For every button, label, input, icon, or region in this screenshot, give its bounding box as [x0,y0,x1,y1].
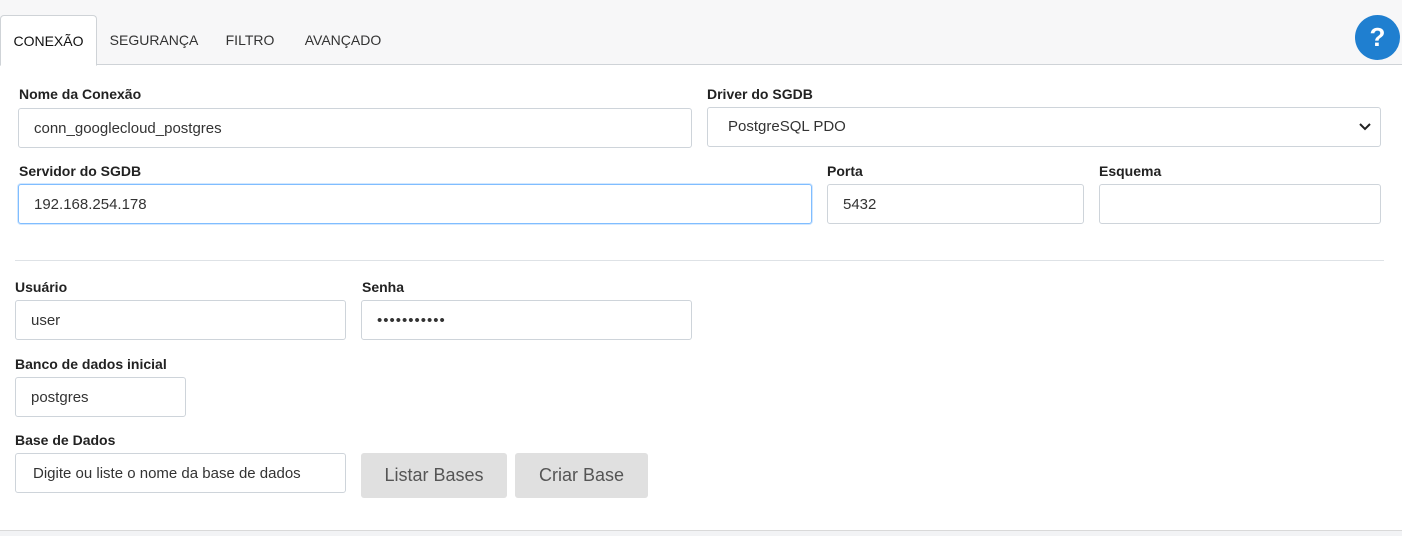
tab-bar: CONEXÃO SEGURANÇA FILTRO AVANÇADO ? [0,0,1402,66]
help-icon[interactable]: ? [1355,15,1400,60]
initial-db-label: Banco de dados inicial [15,356,167,372]
password-input[interactable] [361,300,692,340]
tab-filtro[interactable]: FILTRO [218,15,282,65]
password-label: Senha [362,279,405,295]
tab-seguranca[interactable]: SEGURANÇA [100,15,208,65]
section-divider [15,260,1384,261]
schema-label: Esquema [1099,163,1162,179]
connection-name-input[interactable] [18,108,692,148]
tab-conexao[interactable]: CONEXÃO [0,15,97,66]
chevron-down-icon [1358,108,1372,160]
driver-label: Driver do SGDB [707,86,813,102]
port-input[interactable] [827,184,1084,224]
user-label: Usuário [15,279,68,295]
create-base-button[interactable]: Criar Base [515,453,648,498]
database-label: Base de Dados [15,432,116,448]
database-input[interactable] [15,453,346,493]
driver-select-value: PostgreSQL PDO [728,118,846,135]
driver-select[interactable]: PostgreSQL PDO [707,107,1381,147]
server-label: Servidor do SGDB [19,163,142,179]
connection-panel: CONEXÃO SEGURANÇA FILTRO AVANÇADO ? Nome… [0,0,1402,531]
server-input[interactable] [18,184,812,224]
tab-avancado[interactable]: AVANÇADO [296,15,390,65]
list-bases-button[interactable]: Listar Bases [361,453,507,498]
schema-input[interactable] [1099,184,1381,224]
initial-db-input[interactable] [15,377,186,417]
port-label: Porta [827,163,863,179]
user-input[interactable] [15,300,346,340]
connection-name-label: Nome da Conexão [19,86,142,102]
